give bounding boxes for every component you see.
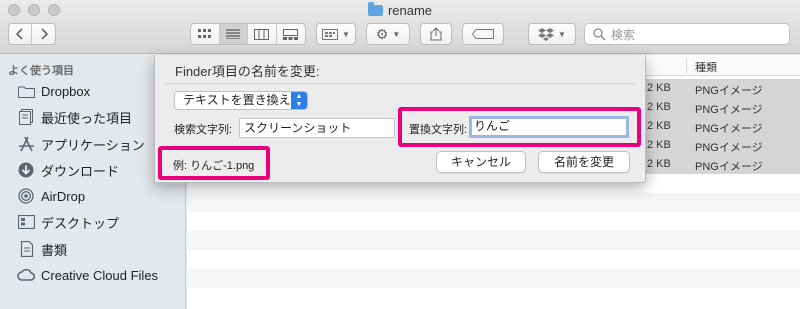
file-kind: PNGイメージ [695,161,763,173]
dropbox-button[interactable]: ▼ [528,23,576,45]
empty-row [187,231,800,250]
chevron-right-icon [40,28,48,40]
airdrop-icon [17,188,35,204]
folder-icon [17,83,35,99]
back-button[interactable] [9,24,33,44]
documents-icon [17,241,35,257]
file-size: 2 KB [647,139,671,151]
empty-row [187,193,800,212]
gallery-icon [283,28,299,40]
sidebar-item-label: ダウンロード [41,163,120,179]
sidebar-item-downloads[interactable]: ダウンロード [17,160,119,180]
creative-cloud-icon [17,267,35,283]
group-button[interactable]: ▼ [316,23,356,45]
search-placeholder: 検索 [611,27,636,42]
file-size: 2 KB [647,82,671,94]
rename-mode-value: テキストを置き換える [183,93,303,107]
file-kind: PNGイメージ [695,123,763,135]
sidebar-item-label: Creative Cloud Files [41,267,159,283]
empty-row [187,269,800,288]
gear-icon: ⚙ [375,25,389,42]
file-size: 2 KB [647,120,671,132]
sidebar-item-label: 書類 [41,242,68,258]
columns-icon [254,28,270,40]
sidebar-item-dropbox[interactable]: Dropbox [17,81,90,101]
download-icon [17,162,35,178]
search-icon [593,27,606,41]
rename-mode-popup[interactable]: テキストを置き換える ▲ ▼ [174,91,308,110]
column-view-button[interactable] [248,24,277,44]
desktop-icon [17,214,35,230]
grid-icon [197,29,211,38]
view-mode-control [190,23,306,45]
action-button[interactable]: ⚙ ▼ [366,23,410,45]
list-icon [226,29,241,39]
file-size: 2 KB [647,101,671,113]
file-kind: PNGイメージ [695,142,763,154]
sidebar-item-desktop[interactable]: デスクトップ [17,212,119,232]
example-highlight-box [158,146,270,180]
rename-dialog: Finder項目の名前を変更: テキストを置き換える ▲ ▼ 検索文字列: スクリ… [154,55,646,183]
sidebar-item-label: 最近使った項目 [41,110,133,126]
chevron-left-icon [16,28,23,40]
divider [165,83,635,84]
kind-column-header[interactable]: 種類 [695,59,717,75]
search-field[interactable]: 検索 [584,23,790,45]
find-field[interactable]: スクリーンショット [239,118,395,138]
dropbox-icon [538,27,555,41]
share-icon [430,27,442,41]
replace-highlight-box [398,107,641,147]
sidebar-item-recents[interactable]: 最近使った項目 [17,107,132,127]
folder-icon [367,2,383,16]
find-label: 検索文字列: [174,124,233,136]
chevron-down-icon: ▼ [392,29,401,39]
group-icon [322,28,339,40]
nav-buttons [8,23,56,45]
chevron-down-icon: ▼ [342,29,350,39]
chevron-updown-icon: ▲ ▼ [291,92,307,109]
rename-button[interactable]: 名前を変更 [538,151,630,173]
tag-icon [472,29,494,39]
sidebar-item-documents[interactable]: 書類 [17,239,67,259]
share-button[interactable] [420,23,452,45]
sidebar-item-label: AirDrop [41,188,86,204]
sidebar-item-creative-cloud[interactable]: Creative Cloud Files [17,265,158,285]
sidebar-heading: よく使う項目 [8,65,74,77]
gallery-view-button[interactable] [277,24,305,44]
column-divider[interactable] [686,58,687,73]
applications-icon [17,136,35,152]
file-kind: PNGイメージ [695,85,763,97]
sidebar-item-airdrop[interactable]: AirDrop [17,186,85,206]
recents-icon [17,109,35,125]
dialog-title: Finder項目の名前を変更: [175,64,320,79]
list-view-button[interactable] [219,24,248,44]
sidebar-item-label: アプリケーション [41,137,145,153]
icon-view-button[interactable] [191,24,220,44]
sidebar-item-label: デスクトップ [41,215,120,231]
file-size: 2 KB [647,158,671,170]
title-bar: rename ▼ ⚙ ▼ ▼ 検索 [0,0,800,54]
chevron-down-icon: ▼ [558,29,566,39]
window-title: rename [0,2,800,18]
sidebar-item-applications[interactable]: アプリケーション [17,134,145,154]
forward-button[interactable] [32,24,55,44]
cancel-button[interactable]: キャンセル [436,151,526,173]
sidebar-item-label: Dropbox [41,83,91,99]
file-kind: PNGイメージ [695,104,763,116]
tags-button[interactable] [462,23,504,45]
